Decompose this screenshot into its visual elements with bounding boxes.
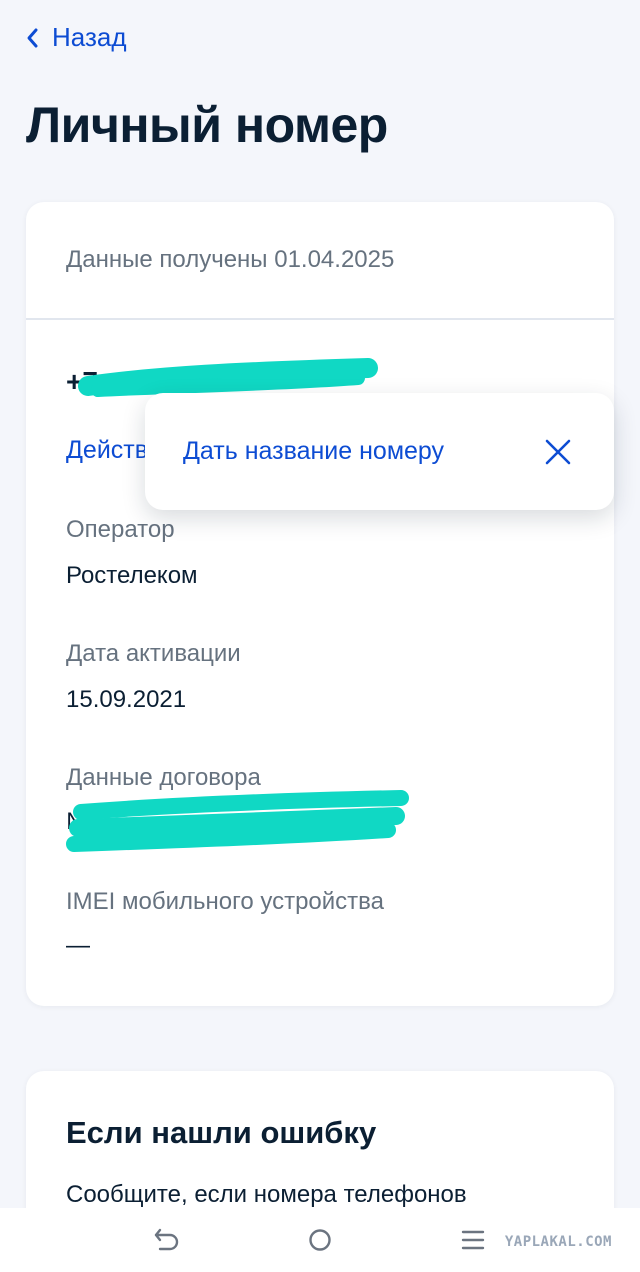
phone-prefix: +7 <box>66 366 98 397</box>
operator-value: Ростелеком <box>66 562 198 589</box>
error-text: Сообщите, если номера телефонов <box>66 1181 467 1208</box>
nav-back-icon[interactable] <box>154 1226 180 1254</box>
nav-home-icon[interactable] <box>307 1226 333 1254</box>
imei-label: IMEI мобильного устройства <box>66 888 384 915</box>
contract-label: Данные договора <box>66 764 261 791</box>
operator-label: Оператор <box>66 516 175 543</box>
activation-date-value: 15.09.2021 <box>66 686 187 713</box>
error-card: Если нашли ошибку Сообщите, если номера … <box>26 1071 614 1231</box>
activation-date-label: Дата активации <box>66 640 241 667</box>
watermark: YAPLAKAL.COM <box>504 1234 612 1250</box>
rename-number-item[interactable]: Дать название номеру <box>183 437 444 466</box>
card-header: Данные получены 01.04.2025 <box>26 202 614 320</box>
actions-link[interactable]: Действ <box>66 436 148 465</box>
imei-value: — <box>66 932 90 959</box>
contract-redaction-scribble <box>66 790 409 852</box>
number-card: Данные получены 01.04.2025 +7 Действ Опе… <box>26 202 614 1006</box>
received-date-text: Данные получены 01.04.2025 <box>66 246 395 273</box>
page-title: Личный номер <box>26 97 388 153</box>
close-icon[interactable] <box>544 438 572 466</box>
rename-popover: Дать название номеру <box>145 393 614 510</box>
contract-value: № <box>66 808 92 835</box>
nav-menu-icon[interactable] <box>460 1226 486 1254</box>
phone-number: +7 <box>66 366 98 398</box>
chevron-left-icon <box>27 28 38 47</box>
back-label: Назад <box>52 22 127 52</box>
back-link[interactable]: Назад <box>26 22 127 53</box>
error-title: Если нашли ошибку <box>66 1115 377 1150</box>
